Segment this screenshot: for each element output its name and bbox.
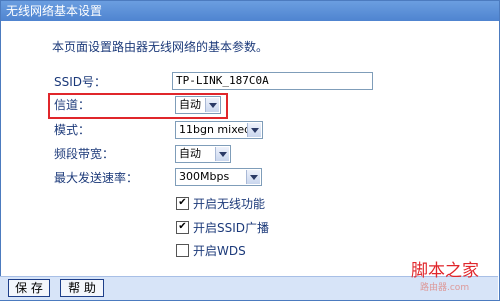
mode-select[interactable]: 11bgn mixed — [175, 121, 263, 139]
title-bar: 无线网络基本设置 — [1, 1, 499, 21]
mode-label: 模式： — [54, 123, 91, 137]
chevron-down-icon[interactable] — [247, 123, 261, 137]
max-rate-label: 最大发送速率： — [54, 171, 139, 185]
chevron-down-icon[interactable] — [215, 147, 229, 161]
chevron-down-icon[interactable] — [246, 170, 260, 184]
watermark-subtext: 路由器.com — [420, 283, 470, 293]
ssid-input[interactable]: TP-LINK_187C0A — [172, 72, 373, 90]
mode-value: 11bgn mixed — [179, 123, 252, 136]
help-button[interactable]: 帮 助 — [60, 279, 104, 297]
channel-value: 自动 — [179, 98, 201, 111]
chevron-down-icon[interactable] — [205, 98, 219, 112]
window-title: 无线网络基本设置 — [6, 4, 103, 18]
wireless-enable-checkbox[interactable]: ✔ — [176, 197, 189, 210]
page-description: 本页面设置路由器无线网络的基本参数。 — [52, 40, 269, 54]
bandwidth-select[interactable]: 自动 — [175, 145, 231, 163]
wireless-enable-label: 开启无线功能 — [193, 197, 266, 211]
max-rate-value: 300Mbps — [179, 170, 230, 183]
bandwidth-value: 自动 — [179, 147, 201, 160]
channel-label: 信道： — [54, 98, 91, 112]
ssid-broadcast-label: 开启SSID广播 — [193, 221, 270, 235]
wds-label: 开启WDS — [193, 244, 246, 258]
ssid-broadcast-checkbox[interactable]: ✔ — [176, 221, 189, 234]
watermark-logo: 脚本之家 — [411, 261, 479, 281]
channel-select[interactable]: 自动 — [175, 96, 221, 114]
max-rate-select[interactable]: 300Mbps — [175, 168, 262, 186]
ssid-label: SSID号： — [54, 75, 107, 89]
bandwidth-label: 频段带宽： — [54, 147, 115, 161]
save-button[interactable]: 保 存 — [8, 279, 50, 297]
wds-checkbox[interactable] — [176, 244, 189, 257]
